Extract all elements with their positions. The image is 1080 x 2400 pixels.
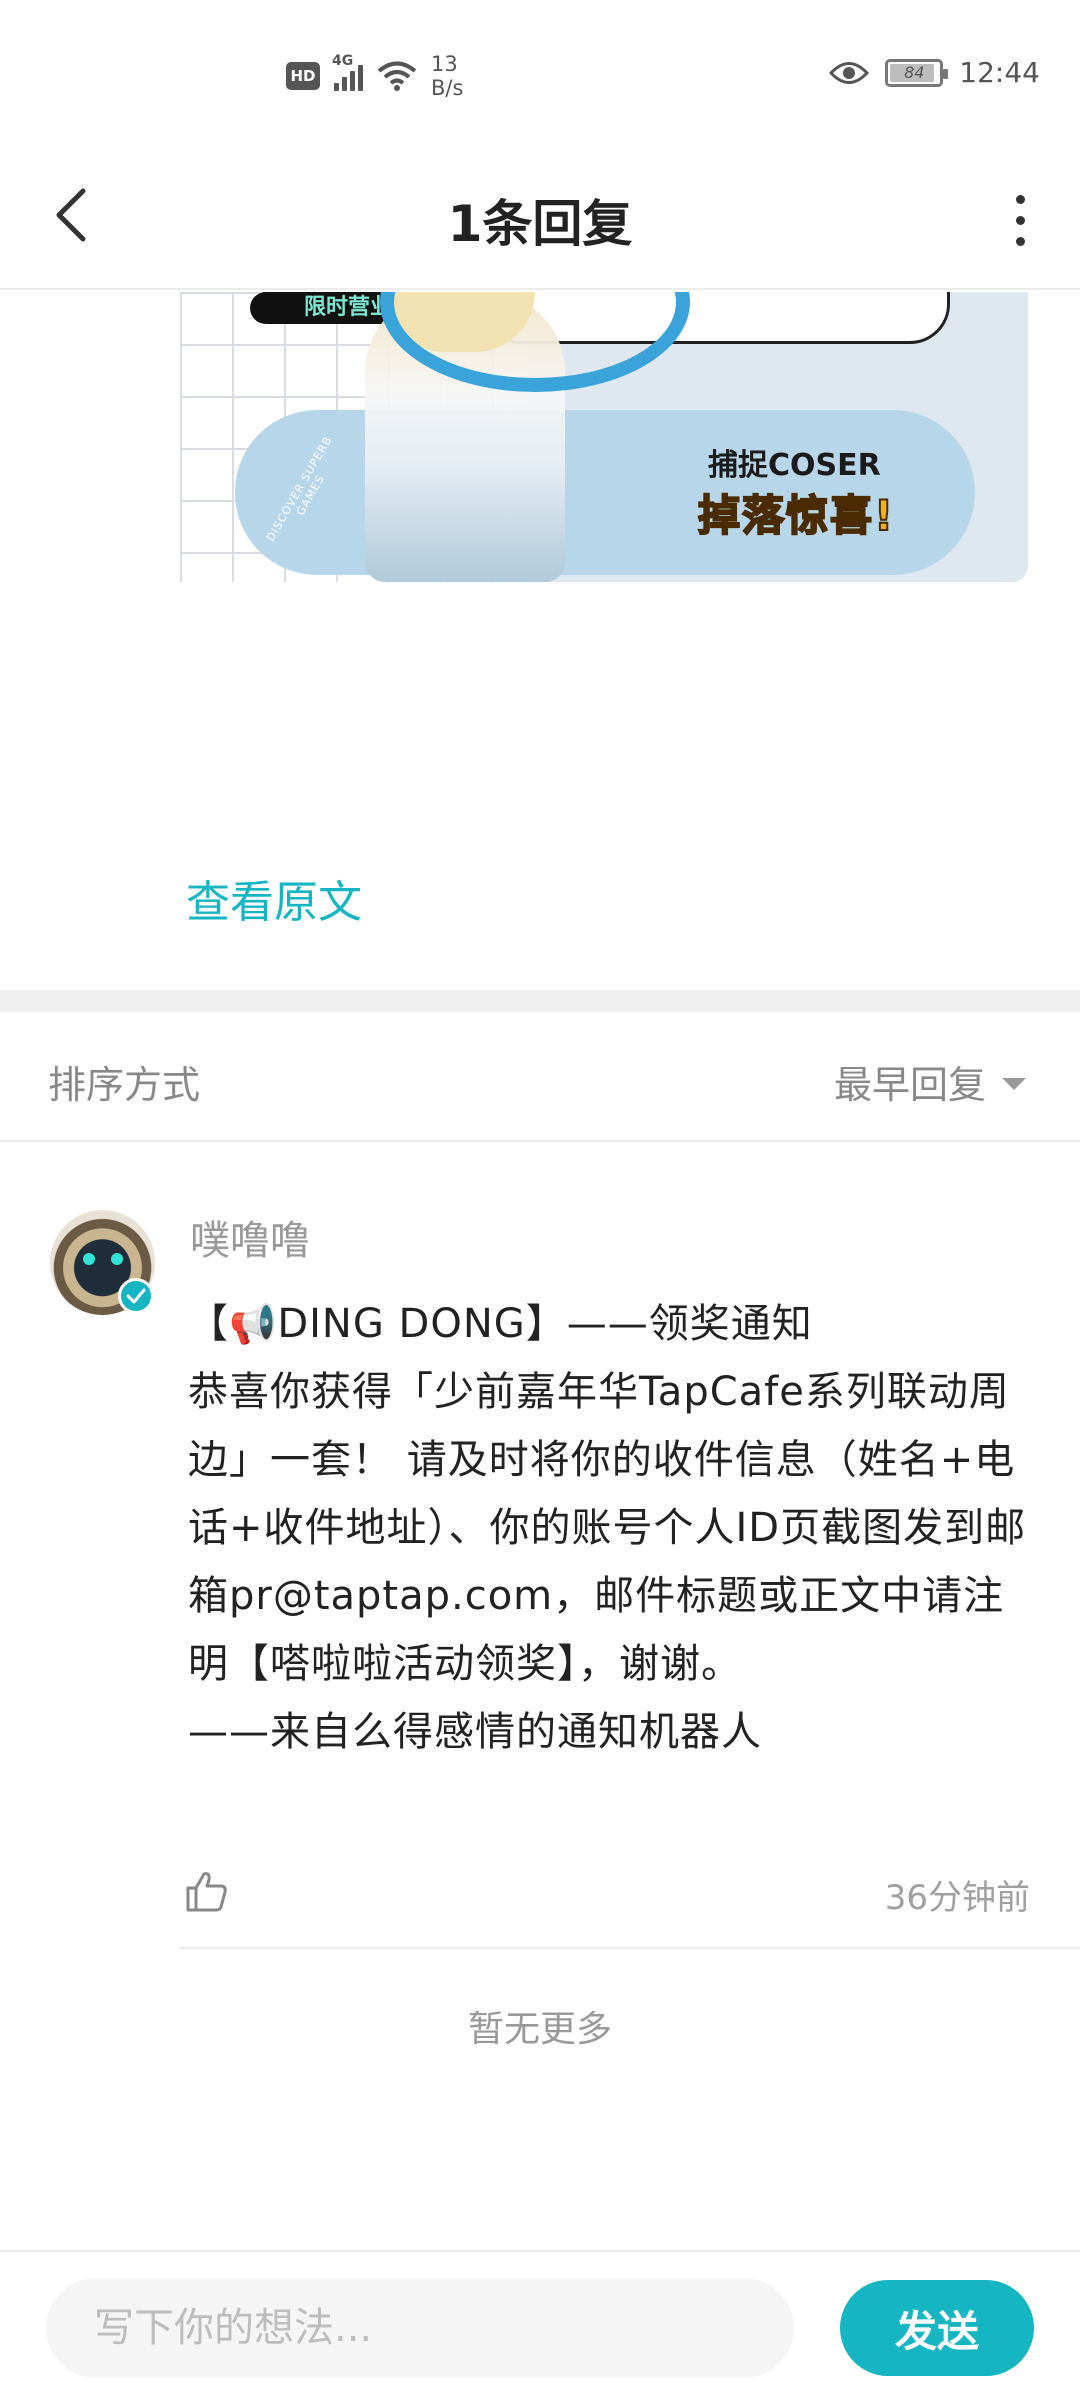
battery-level: 84 [904,63,925,82]
like-icon[interactable] [182,1868,230,1916]
sort-value: 最早回复 [833,1063,986,1107]
top-bar: 1条回复 [0,140,1080,290]
hd-badge: HD [286,62,320,90]
sort-label: 排序方式 [48,1063,201,1107]
send-button[interactable]: 发送 [840,2280,1034,2376]
bracket-open: 【 [188,1301,229,1347]
username[interactable]: 噗噜噜 [190,1208,310,1266]
more-options-button[interactable] [1000,185,1040,255]
signal-icon: 4G [332,53,363,91]
battery-icon: 84 [885,58,949,87]
more-dot-icon [1015,236,1025,246]
reply-timestamp: 36分钟前 [884,1878,1030,1918]
sort-row: 排序方式 最早回复 [0,1012,1080,1142]
reply-input-bar: 发送 [0,2250,1080,2400]
reply-input[interactable] [46,2278,794,2378]
more-dot-icon [1015,215,1025,225]
divider [180,1947,1080,1949]
speed-value: 13 [431,52,458,76]
more-dot-icon [1015,194,1025,204]
megaphone-icon: 📢 [229,1302,278,1346]
clock: 12:44 [959,56,1040,89]
banner-headline: 捕捉COSER [708,448,881,483]
section-divider [0,990,1080,1012]
view-original-link[interactable]: 查看原文 [186,866,362,930]
status-bar: HD 4G 13 B/s 84 12:44 [0,0,1080,140]
sort-dropdown[interactable]: 最早回复 [834,1054,1026,1109]
speed-unit: B/s [431,76,464,100]
banner-subheadline: 掉落惊喜! [697,490,896,541]
reply-text: 【📢DING DONG】——领奖通知 恭喜你获得「少前嘉年华TapCafe系列联… [188,1290,1028,1766]
verified-icon [118,1278,154,1314]
status-right: 84 12:44 [829,56,1040,89]
caret-down-icon [1002,1077,1026,1090]
page-title: 1条回复 [447,195,633,253]
wifi-icon [377,61,417,91]
reply-heading: DING DONG】——领奖通知 [277,1301,813,1347]
no-more-text: 暂无更多 [467,2009,612,2050]
network-type: 4G [332,53,354,69]
network-speed: 13 B/s [431,52,463,100]
status-left: HD 4G 13 B/s [286,52,463,100]
eye-comfort-icon [829,61,870,84]
reply-body: 恭喜你获得「少前嘉年华TapCafe系列联动周边」一套！ 请及时将你的收件信息（… [188,1369,1027,1755]
post-banner-image[interactable]: 限时营业 DISCOVER SUPERB GAMES 捕捉COSER 掉落惊喜! [180,292,1028,582]
